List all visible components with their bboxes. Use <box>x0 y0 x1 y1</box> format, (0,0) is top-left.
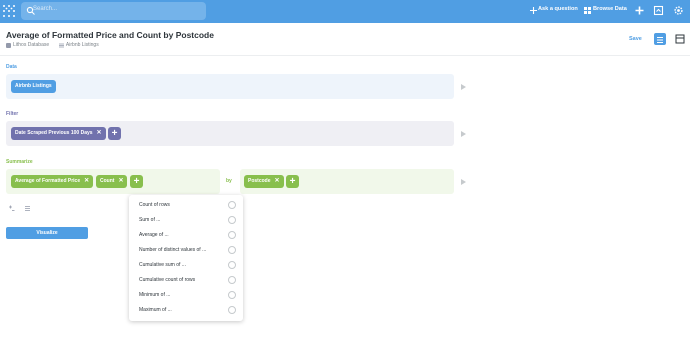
preview-summarize-icon[interactable] <box>461 179 466 185</box>
agg-item-label: Count of rows <box>139 202 170 208</box>
agg-item-label: Minimum of ... <box>139 292 171 298</box>
filter-step: Date Scraped Previous 100 Days ✕ + <box>6 121 454 146</box>
add-filter-button[interactable]: + <box>108 127 121 140</box>
metric-chip-label: Count <box>100 178 115 184</box>
metric-chip-count[interactable]: Count ✕ <box>96 175 128 188</box>
notebook-icon <box>657 37 663 43</box>
breadcrumb: Lithos Database Airbnb Listings <box>6 42 99 48</box>
save-button[interactable]: Save <box>629 36 642 42</box>
remove-filter-icon[interactable]: ✕ <box>97 130 102 136</box>
agg-average[interactable]: Average of ... <box>139 231 239 242</box>
info-icon[interactable] <box>228 276 236 284</box>
visualization-icon[interactable] <box>674 33 686 45</box>
search-bar[interactable]: Search... <box>21 2 206 20</box>
metabase-logo-icon[interactable] <box>2 4 16 18</box>
sort-icon[interactable] <box>24 205 31 212</box>
metric-chip-label: Average of Formatted Price <box>15 178 81 184</box>
preview-data-icon[interactable] <box>461 84 466 90</box>
breadcrumb-table[interactable]: Airbnb Listings <box>66 42 99 48</box>
agg-item-label: Maximum of ... <box>139 307 172 313</box>
remove-metric-icon[interactable]: ✕ <box>118 178 123 184</box>
info-icon[interactable] <box>228 216 236 224</box>
agg-item-label: Sum of ... <box>139 217 161 223</box>
notebook-toggle-button[interactable] <box>654 33 666 45</box>
remove-breakout-icon[interactable]: ✕ <box>275 178 280 184</box>
agg-count-rows[interactable]: Count of rows <box>139 201 239 212</box>
filter-chip[interactable]: Date Scraped Previous 100 Days ✕ <box>11 127 106 140</box>
page-title: Average of Formatted Price and Count by … <box>6 30 214 40</box>
summarize-breakout-step: Postcode ✕ + <box>240 169 454 194</box>
agg-minimum[interactable]: Minimum of ... <box>139 291 239 302</box>
info-icon[interactable] <box>228 246 236 254</box>
grid-icon <box>584 7 591 14</box>
metric-chip-average[interactable]: Average of Formatted Price ✕ <box>11 175 94 188</box>
top-nav: Search... Ask a question Browse Data <box>0 0 690 23</box>
snippet-icon[interactable] <box>653 5 664 16</box>
add-breakout-button[interactable]: + <box>286 175 299 188</box>
agg-maximum[interactable]: Maximum of ... <box>139 306 239 317</box>
agg-item-label: Cumulative count of rows <box>139 277 196 283</box>
table-icon <box>58 43 64 47</box>
agg-cumulative-count[interactable]: Cumulative count of rows <box>139 276 239 287</box>
info-icon[interactable] <box>228 291 236 299</box>
info-icon[interactable] <box>228 201 236 209</box>
agg-cumulative-sum[interactable]: Cumulative sum of ... <box>139 261 239 272</box>
agg-distinct[interactable]: Number of distinct values of ... <box>139 246 239 257</box>
search-placeholder: Search... <box>33 6 58 12</box>
agg-item-label: Average of ... <box>139 232 169 238</box>
agg-sum[interactable]: Sum of ... <box>139 216 239 227</box>
info-icon[interactable] <box>228 261 236 269</box>
summarize-section-label: Summarize <box>6 159 33 165</box>
browse-data-button[interactable]: Browse Data <box>593 6 627 12</box>
database-icon <box>6 42 11 48</box>
agg-item-label: Cumulative sum of ... <box>139 262 186 268</box>
add-metric-button[interactable]: + <box>130 175 143 188</box>
breadcrumb-database[interactable]: Lithos Database <box>13 42 49 48</box>
data-source-chip[interactable]: Airbnb Listings <box>11 80 56 93</box>
data-step: Airbnb Listings <box>6 74 454 99</box>
remove-metric-icon[interactable]: ✕ <box>84 178 89 184</box>
header-divider <box>0 55 690 56</box>
new-icon[interactable] <box>634 5 645 16</box>
info-icon[interactable] <box>228 231 236 239</box>
ask-question-button[interactable]: Ask a question <box>538 6 578 12</box>
data-source-label: Airbnb Listings <box>15 83 52 89</box>
data-section-label: Data <box>6 64 17 70</box>
aggregation-popover: Count of rows Sum of ... Average of ... … <box>129 195 243 321</box>
gear-icon[interactable] <box>673 5 684 16</box>
info-icon[interactable] <box>228 306 236 314</box>
visualize-button[interactable]: Visualize <box>6 227 88 239</box>
breakout-chip-label: Postcode <box>248 178 271 184</box>
filter-section-label: Filter <box>6 111 19 117</box>
custom-column-icon[interactable] <box>8 205 15 212</box>
filter-chip-label: Date Scraped Previous 100 Days <box>15 130 93 136</box>
breakout-chip[interactable]: Postcode ✕ <box>244 175 284 188</box>
summarize-metrics-step: Average of Formatted Price ✕ Count ✕ + <box>6 169 220 194</box>
preview-filter-icon[interactable] <box>461 131 466 137</box>
agg-item-label: Number of distinct values of ... <box>139 247 207 253</box>
by-label: by <box>226 178 232 184</box>
